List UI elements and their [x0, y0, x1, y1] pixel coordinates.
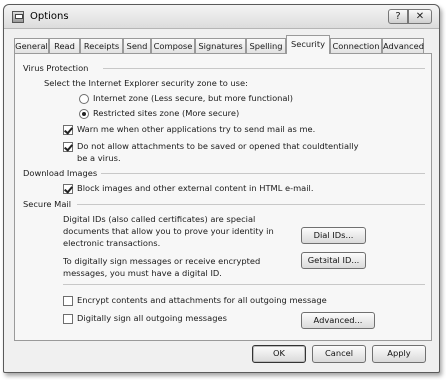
sign-info-text-line2: messages, you must have a digital ID.	[63, 268, 222, 278]
internet-zone-radio[interactable]	[79, 94, 89, 104]
tab-read[interactable]: Read	[49, 38, 80, 53]
secure-divider	[77, 204, 425, 205]
app-icon	[12, 11, 24, 23]
tab-connection[interactable]: Connection	[330, 38, 382, 53]
block-attachments-checkbox[interactable]	[63, 142, 73, 152]
security-panel: Virus Protection Select the Internet Exp…	[14, 53, 432, 341]
warn-send-checkbox[interactable]	[63, 125, 73, 135]
window-title: Options	[30, 11, 69, 22]
download-divider	[101, 173, 425, 174]
block-images-checkbox[interactable]	[63, 184, 73, 194]
get-digital-id-button[interactable]: Getɜital ID...	[301, 252, 366, 269]
encrypt-label[interactable]: Encrypt contents and attachments for all…	[77, 295, 327, 305]
restricted-zone-radio[interactable]	[79, 109, 89, 119]
block-attachments-label-line1[interactable]: Do not allow attachments to be saved or …	[77, 141, 359, 151]
tab-signatures[interactable]: Signatures	[195, 38, 246, 53]
tab-compose[interactable]: Compose	[151, 38, 195, 53]
title-bar[interactable]: Options ? ✕	[4, 5, 439, 29]
digital-ids-button[interactable]: Dial IDs...	[301, 227, 366, 244]
secure-inner-divider	[63, 284, 425, 285]
ok-button[interactable]: OK	[252, 345, 306, 363]
advanced-button[interactable]: Advanced...	[301, 312, 375, 329]
tab-send[interactable]: Send	[123, 38, 151, 53]
tab-receipts[interactable]: Receipts	[80, 38, 123, 53]
digital-id-text-line3: electronic transactions.	[63, 238, 161, 248]
virus-protection-heading: Virus Protection	[23, 63, 89, 73]
sign-info-text-line1: To digitally sign messages or receive en…	[63, 256, 261, 266]
tab-advanced[interactable]: Advanced	[382, 38, 424, 53]
options-dialog: Options ? ✕ General Read Receipts Send C…	[3, 4, 440, 373]
encrypt-checkbox[interactable]	[63, 296, 73, 306]
tab-security[interactable]: Security	[286, 35, 330, 54]
warn-send-label[interactable]: Warn me when other applications try to s…	[77, 124, 315, 134]
block-images-label[interactable]: Block images and other external content …	[77, 183, 314, 193]
tab-spelling[interactable]: Spelling	[246, 38, 286, 53]
sign-checkbox[interactable]	[63, 314, 73, 324]
virus-divider	[103, 68, 425, 69]
zone-prompt: Select the Internet Explorer security zo…	[44, 78, 248, 88]
restricted-zone-label[interactable]: Restricted sites zone (More secure)	[93, 108, 239, 118]
block-attachments-label-line2[interactable]: be a virus.	[77, 153, 121, 163]
tab-general[interactable]: General	[14, 38, 49, 53]
secure-mail-heading: Secure Mail	[23, 199, 72, 209]
close-button[interactable]: ✕	[408, 9, 432, 24]
cancel-button[interactable]: Cancel	[312, 345, 366, 363]
download-images-heading: Download Images	[23, 168, 98, 178]
help-button[interactable]: ?	[388, 9, 408, 24]
sign-label[interactable]: Digitally sign all outgoing messages	[77, 313, 227, 323]
digital-id-text-line1: Digital IDs (also called certificates) a…	[63, 214, 256, 224]
digital-id-text-line2: documents that allow you to prove your i…	[63, 226, 274, 236]
internet-zone-label[interactable]: Internet zone (Less secure, but more fun…	[93, 93, 293, 103]
tab-strip: General Read Receipts Send Compose Signa…	[14, 35, 424, 55]
apply-button[interactable]: Apply	[372, 345, 426, 363]
